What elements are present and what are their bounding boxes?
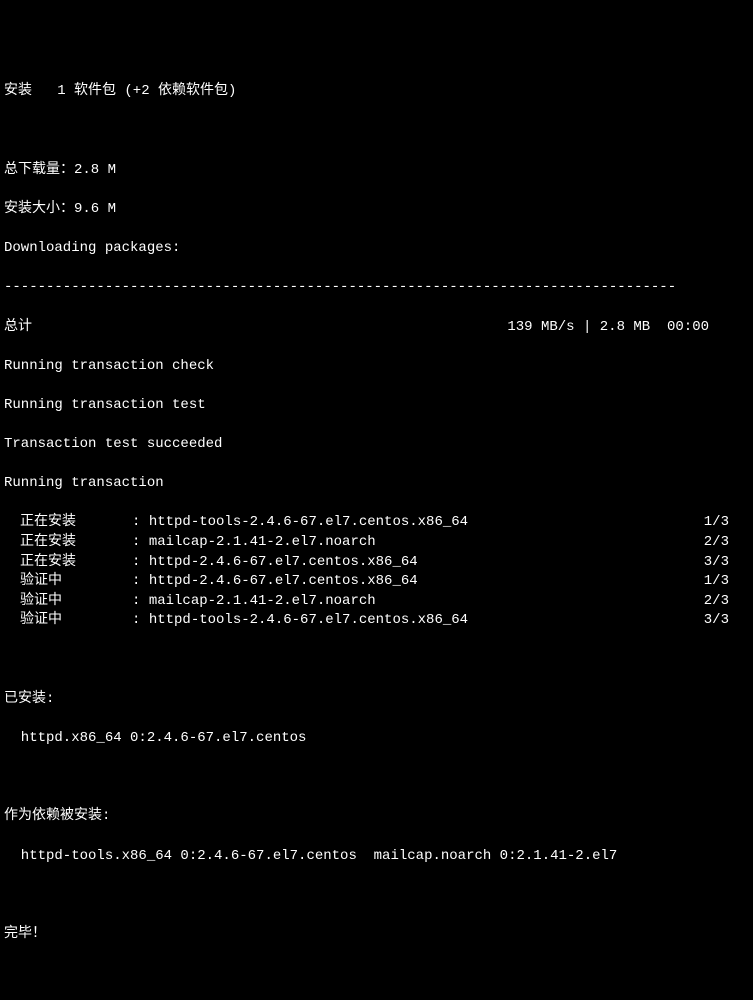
transaction-action: 验证中: [4, 592, 132, 612]
transaction-colon: :: [132, 513, 149, 533]
summary-line: 总计 139 MB/s | 2.8 MB 00:00: [4, 318, 749, 338]
transaction-step: 正在安装: httpd-tools-2.4.6-67.el7.centos.x8…: [4, 513, 749, 533]
deps-label: 作为依赖被安装:: [4, 807, 749, 827]
install-header: 安装 1 软件包 (+2 依赖软件包): [4, 82, 749, 102]
installed-pkg: httpd.x86_64 0:2.4.6-67.el7.centos: [4, 729, 749, 749]
total-download-size: 总下载量：2.8 M: [4, 161, 749, 181]
transaction-colon: :: [132, 553, 149, 573]
deps-pkgs: httpd-tools.x86_64 0:2.4.6-67.el7.centos…: [4, 847, 749, 867]
transaction-count: 1/3: [704, 572, 749, 592]
transaction-step: 正在安装: mailcap-2.1.41-2.el7.noarch2/3: [4, 533, 749, 553]
transaction-pkg: mailcap-2.1.41-2.el7.noarch: [149, 533, 704, 553]
downloading-packages: Downloading packages:: [4, 239, 749, 259]
transaction-step: 验证中: httpd-tools-2.4.6-67.el7.centos.x86…: [4, 611, 749, 631]
transaction-pkg: httpd-tools-2.4.6-67.el7.centos.x86_64: [149, 611, 704, 631]
transaction-colon: :: [132, 592, 149, 612]
transaction-pkg: httpd-2.4.6-67.el7.centos.x86_64: [149, 572, 704, 592]
transaction-step: 验证中: httpd-2.4.6-67.el7.centos.x86_641/3: [4, 572, 749, 592]
transaction-count: 2/3: [704, 533, 749, 553]
transaction-pkg: mailcap-2.1.41-2.el7.noarch: [149, 592, 704, 612]
summary-label: 总计: [4, 318, 34, 338]
separator-line: ----------------------------------------…: [4, 278, 749, 298]
transaction-step: 验证中: mailcap-2.1.41-2.el7.noarch2/3: [4, 592, 749, 612]
summary-stats: 139 MB/s | 2.8 MB 00:00: [507, 318, 749, 338]
transaction-count: 1/3: [704, 513, 749, 533]
transaction-step: 正在安装: httpd-2.4.6-67.el7.centos.x86_643/…: [4, 553, 749, 573]
transaction-action: 验证中: [4, 572, 132, 592]
transaction-colon: :: [132, 533, 149, 553]
install-size: 安装大小：9.6 M: [4, 200, 749, 220]
transaction-action: 验证中: [4, 611, 132, 631]
blank-line: [4, 886, 749, 906]
transaction-action: 正在安装: [4, 533, 132, 553]
transaction-check: Running transaction check: [4, 357, 749, 377]
transaction-count: 3/3: [704, 553, 749, 573]
transaction-colon: :: [132, 611, 149, 631]
blank-line: [4, 122, 749, 142]
transaction-count: 2/3: [704, 592, 749, 612]
transaction-colon: :: [132, 572, 149, 592]
blank-line: [4, 768, 749, 788]
transaction-pkg: httpd-2.4.6-67.el7.centos.x86_64: [149, 553, 704, 573]
transaction-succeeded: Transaction test succeeded: [4, 435, 749, 455]
done-label: 完毕！: [4, 925, 749, 945]
installed-label: 已安装:: [4, 690, 749, 710]
blank-line: [4, 651, 749, 671]
running-transaction: Running transaction: [4, 474, 749, 494]
transaction-action: 正在安装: [4, 513, 132, 533]
transaction-test: Running transaction test: [4, 396, 749, 416]
transaction-pkg: httpd-tools-2.4.6-67.el7.centos.x86_64: [149, 513, 704, 533]
transaction-action: 正在安装: [4, 553, 132, 573]
transaction-count: 3/3: [704, 611, 749, 631]
